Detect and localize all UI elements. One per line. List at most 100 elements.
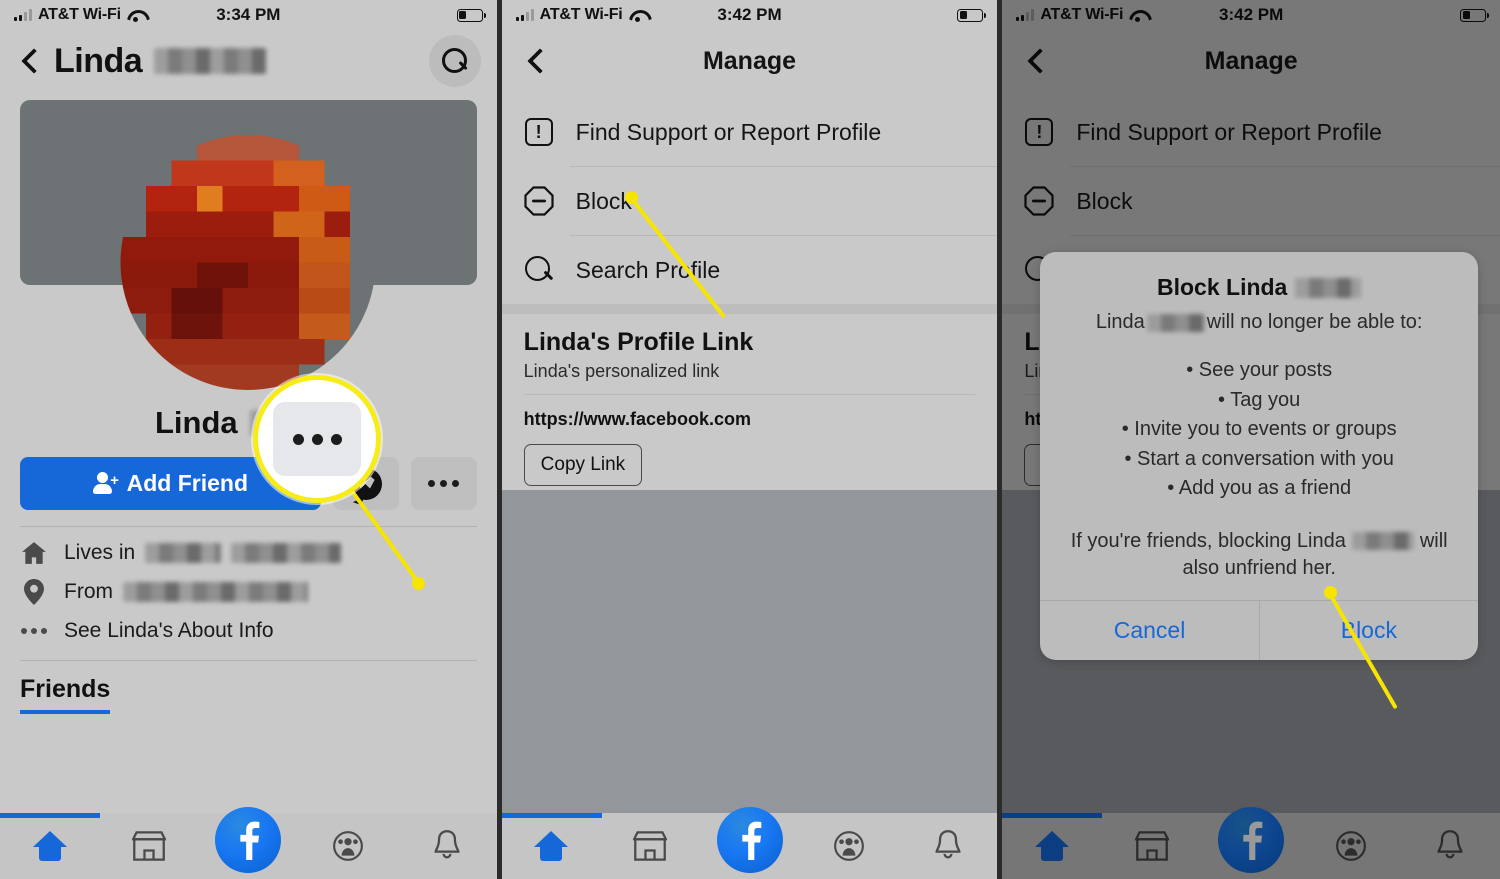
- more-options-button[interactable]: [410, 457, 477, 510]
- status-right-2: [957, 8, 987, 22]
- info-row-about[interactable]: See Linda's About Info: [0, 605, 497, 644]
- tab-indicator: [0, 813, 100, 818]
- facebook-logo-icon[interactable]: [215, 807, 282, 873]
- dialog-actions: Cancel Block: [1040, 599, 1479, 660]
- groups-icon: [833, 831, 864, 861]
- redacted-lastname-dialog: [1295, 277, 1362, 298]
- profile-name-row: Linda: [0, 405, 497, 441]
- bullet-item: • Invite you to events or groups: [1121, 418, 1397, 441]
- home-icon: [20, 540, 48, 566]
- map-pin-icon: [20, 579, 48, 605]
- ellipsis-icon: [20, 618, 48, 644]
- profile-actions: + Add Friend: [0, 441, 497, 510]
- status-right: [456, 8, 486, 22]
- battery-icon: [957, 8, 987, 22]
- link-card-subtitle: Linda's personalized link: [523, 361, 720, 381]
- link-card-divider: [523, 394, 976, 395]
- info-row-lives-in: Lives in: [0, 527, 497, 566]
- footer-line-1: If you're friends, blocking Linda will: [1070, 529, 1448, 552]
- confirm-block-button[interactable]: Block: [1258, 600, 1478, 660]
- panel-manage: AT&T Wi-Fi 3:42 PM Manage ! Find Support…: [501, 0, 998, 879]
- page-title: Manage: [702, 46, 797, 75]
- add-friend-label: Add Friend: [126, 470, 249, 496]
- bell-icon: [434, 830, 460, 859]
- redacted-state: [231, 543, 342, 563]
- marketplace-icon: [633, 831, 668, 861]
- block-confirm-dialog: Block Linda Linda will no longer be able…: [1040, 252, 1479, 660]
- tab-home[interactable]: [0, 831, 99, 861]
- ellipsis-icon: [292, 433, 342, 445]
- callout-anchor-dot-1: [412, 577, 425, 590]
- info-label-from: From: [64, 580, 308, 604]
- menu-item-block[interactable]: Block: [502, 167, 998, 235]
- callout-magnifier-more-button: [253, 375, 381, 503]
- cancel-button[interactable]: Cancel: [1040, 601, 1258, 660]
- menu-item-find-support[interactable]: ! Find Support or Report Profile: [502, 98, 998, 166]
- exclamation-box-icon: !: [524, 117, 554, 147]
- status-bar-2: AT&T Wi-Fi 3:42 PM: [502, 0, 998, 30]
- bell-icon: [935, 830, 961, 859]
- search-icon: [441, 48, 468, 74]
- callout-anchor-dot-2: [624, 191, 638, 204]
- tab-groups[interactable]: [799, 830, 898, 862]
- facebook-logo-icon[interactable]: [716, 807, 783, 873]
- dialog-footer-note: If you're friends, blocking Linda will a…: [1062, 528, 1456, 582]
- avatar-pixelated-image: [120, 135, 376, 390]
- three-panel-tutorial-figure: AT&T Wi-Fi 3:34 PM Linda Linda + Add Fri…: [0, 0, 1500, 879]
- redacted-lastname: [154, 48, 267, 74]
- carrier-label: AT&T Wi-Fi: [38, 6, 121, 23]
- carrier-label: AT&T Wi-Fi: [539, 6, 623, 23]
- manage-navbar: Manage: [502, 30, 998, 92]
- dialog-description: Linda will no longer be able to:: [1095, 311, 1423, 333]
- home-icon: [534, 831, 569, 861]
- redacted-hometown: [123, 582, 308, 602]
- ellipsis-icon: [428, 480, 460, 487]
- dialog-bullet-list: • See your posts • Tag you • Invite you …: [1062, 356, 1456, 504]
- tab-groups[interactable]: [298, 830, 397, 862]
- bullet-item: • Add you as a friend: [1167, 477, 1352, 500]
- dialog-title: Block Linda: [1062, 274, 1456, 301]
- signal-bars-icon: [515, 9, 534, 21]
- section-gap: [501, 304, 998, 314]
- panel-block-confirm: AT&T Wi-Fi 3:42 PM Manage ! Find Support…: [1002, 0, 1500, 879]
- wifi-icon: [629, 9, 646, 22]
- status-bar-1: AT&T Wi-Fi 3:34 PM: [0, 0, 497, 30]
- marketplace-icon: [131, 831, 166, 861]
- link-card-title: Linda's Profile Link: [523, 328, 754, 356]
- tab-marketplace[interactable]: [99, 830, 198, 862]
- tab-friends[interactable]: Friends: [0, 661, 497, 714]
- signal-bars-icon: [14, 9, 32, 21]
- panel-profile: AT&T Wi-Fi 3:34 PM Linda Linda + Add Fri…: [0, 0, 497, 879]
- tab-marketplace[interactable]: [601, 830, 700, 862]
- tab-indicator: [501, 813, 602, 818]
- groups-icon: [332, 831, 363, 861]
- copy-link-button[interactable]: Copy Link: [523, 444, 643, 486]
- tab-home[interactable]: [502, 831, 601, 861]
- more-button-zoom[interactable]: [273, 402, 361, 476]
- profile-link-card: Linda's Profile Link Linda's personalize…: [502, 314, 998, 502]
- footer-line-2: also unfriend her.: [1182, 556, 1336, 579]
- manage-menu: ! Find Support or Report Profile Block S…: [501, 92, 998, 304]
- bullet-item: • See your posts: [1186, 359, 1333, 381]
- profile-navbar: Linda: [0, 30, 497, 92]
- search-button[interactable]: [428, 35, 481, 87]
- status-left-2: AT&T Wi-Fi: [515, 6, 646, 24]
- profile-name-header: Linda: [54, 41, 143, 80]
- status-left: AT&T Wi-Fi: [14, 6, 144, 24]
- back-button[interactable]: [16, 48, 42, 74]
- person-plus-icon: +: [92, 471, 119, 496]
- tab-notifications[interactable]: [397, 829, 496, 863]
- menu-label-search-profile: Search Profile: [575, 256, 721, 283]
- block-octagon-icon: [524, 186, 554, 216]
- tab-notifications[interactable]: [898, 829, 997, 863]
- info-label-lives-in: Lives in: [64, 541, 342, 565]
- redacted-city: [145, 543, 222, 563]
- about-info-label: See Linda's About Info: [64, 619, 274, 642]
- page-title: Linda: [54, 41, 267, 81]
- avatar[interactable]: [120, 135, 376, 390]
- home-icon: [32, 831, 67, 861]
- friends-tab-label: Friends: [20, 675, 111, 714]
- dialog-body: Block Linda Linda will no longer be able…: [1040, 252, 1478, 600]
- bottom-tabbar-1: [0, 807, 497, 879]
- menu-item-search-profile[interactable]: Search Profile: [502, 236, 998, 304]
